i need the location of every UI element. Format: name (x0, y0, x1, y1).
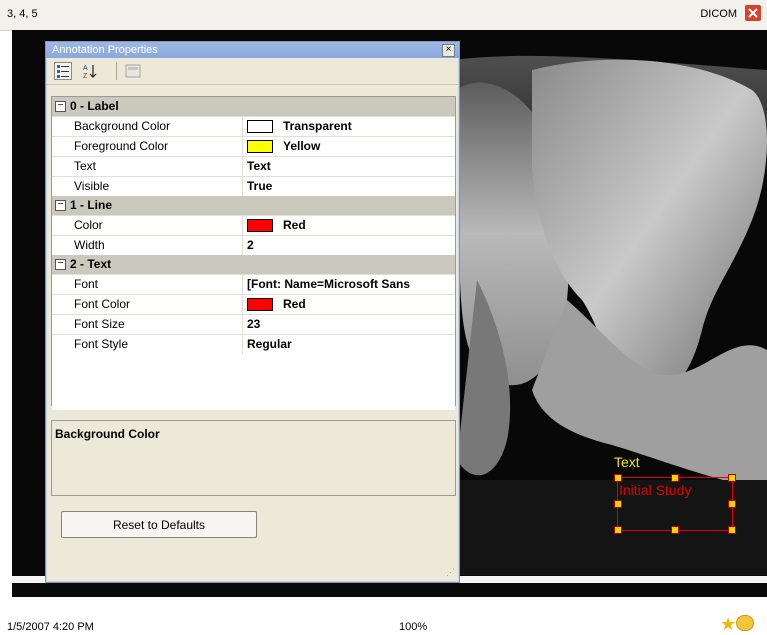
property-foreground-color[interactable]: Foreground Color Yellow (52, 136, 455, 156)
resize-handle[interactable] (614, 474, 622, 482)
dialog-title-bar[interactable]: Annotation Properties × (46, 42, 459, 58)
property-color[interactable]: Color Red (52, 215, 455, 235)
annotation-properties-dialog: Annotation Properties × A Z − 0 - Label … (45, 41, 460, 583)
resize-handle[interactable] (728, 500, 736, 508)
property-value[interactable]: Yellow (283, 137, 320, 156)
column-divider (242, 315, 243, 334)
dicom-label: DICOM (700, 8, 737, 20)
property-toolbar: A Z (46, 58, 459, 85)
resize-handle[interactable] (614, 500, 622, 508)
resize-handle[interactable] (728, 474, 736, 482)
column-divider (242, 157, 243, 176)
toolbar-separator (116, 62, 117, 80)
close-icon[interactable]: × (442, 44, 455, 57)
column-divider (242, 177, 243, 196)
property-name: Visible (74, 179, 110, 193)
resize-handle[interactable] (671, 474, 679, 482)
property-value[interactable]: 23 (247, 315, 260, 334)
property-font-color[interactable]: Font Color Red (52, 294, 455, 314)
property-visible[interactable]: Visible True (52, 176, 455, 196)
viewport-bottom (12, 583, 767, 597)
column-divider (242, 275, 243, 294)
description-pane: Background Color (51, 420, 456, 496)
property-value[interactable]: Red (283, 216, 306, 235)
property-value[interactable]: Text (247, 157, 271, 176)
annotation-text[interactable]: Text (614, 454, 640, 470)
star-icon[interactable]: ★ (720, 614, 736, 635)
zoom-level: 100% (399, 621, 428, 633)
property-name: Font Size (74, 317, 125, 331)
property-name: Text (74, 159, 97, 173)
color-swatch (247, 120, 273, 133)
property-name: Width (74, 238, 105, 252)
resize-grip-icon[interactable]: ⋰ (446, 567, 455, 578)
category-title: 1 - Line (70, 198, 113, 212)
property-text[interactable]: Text Text (52, 156, 455, 176)
grid-empty-area (52, 354, 455, 410)
property-name: Font (74, 277, 99, 291)
resize-handle[interactable] (614, 526, 622, 534)
study-datetime: 1/5/2007 4:20 PM (7, 621, 94, 633)
color-swatch (247, 219, 273, 232)
property-font-style[interactable]: Font Style Regular (52, 334, 455, 354)
category-text[interactable]: − 2 - Text (52, 255, 455, 274)
property-value[interactable]: [Font: Name=Microsoft Sans (247, 275, 410, 294)
property-name: Background Color (74, 119, 171, 133)
column-divider (242, 335, 243, 354)
collapse-icon[interactable]: − (55, 259, 66, 270)
category-title: 2 - Text (70, 257, 112, 271)
status-bar: 1/5/2007 4:20 PM 100% ★ (0, 597, 767, 635)
svg-text:A: A (83, 65, 88, 72)
property-background-color[interactable]: Background Color Transparent (52, 116, 455, 136)
property-value[interactable]: Red (283, 295, 306, 314)
collapse-icon[interactable]: − (55, 101, 66, 112)
description-title: Background Color (55, 427, 160, 441)
comment-icon[interactable] (736, 615, 754, 631)
color-swatch (247, 298, 273, 311)
svg-text:Z: Z (83, 73, 88, 80)
resize-handle[interactable] (728, 526, 736, 534)
property-name: Foreground Color (74, 139, 169, 153)
property-value[interactable]: Transparent (283, 117, 352, 136)
property-value[interactable]: 2 (247, 236, 254, 255)
dialog-title: Annotation Properties (52, 44, 158, 56)
category-line[interactable]: − 1 - Line (52, 196, 455, 215)
column-divider (242, 236, 243, 255)
category-label[interactable]: − 0 - Label (52, 97, 455, 116)
property-name: Color (74, 218, 103, 232)
categorized-icon[interactable] (54, 62, 72, 80)
alphabetical-icon[interactable]: A Z (81, 62, 99, 80)
collapse-icon[interactable]: − (55, 200, 66, 211)
series-title: 3, 4, 5 (7, 8, 38, 20)
color-swatch (247, 140, 273, 153)
category-title: 0 - Label (70, 99, 119, 113)
property-font-size[interactable]: Font Size 23 (52, 314, 455, 334)
viewer-title-bar: 3, 4, 5 DICOM (0, 0, 767, 31)
property-pages-icon[interactable] (124, 62, 142, 80)
property-font[interactable]: Font [Font: Name=Microsoft Sans (52, 274, 455, 294)
reset-to-defaults-button[interactable]: Reset to Defaults (61, 511, 257, 538)
column-divider (242, 295, 243, 314)
column-divider (242, 216, 243, 235)
annotation-label[interactable]: Initial Study (619, 482, 691, 498)
property-name: Font Color (74, 297, 131, 311)
close-icon[interactable] (745, 5, 761, 21)
property-value[interactable]: True (247, 177, 272, 196)
property-value[interactable]: Regular (247, 335, 292, 354)
column-divider (242, 117, 243, 136)
column-divider (242, 137, 243, 156)
property-name: Font Style (74, 337, 129, 351)
property-width[interactable]: Width 2 (52, 235, 455, 255)
resize-handle[interactable] (671, 526, 679, 534)
property-grid[interactable]: − 0 - Label Background Color Transparent… (51, 96, 456, 410)
